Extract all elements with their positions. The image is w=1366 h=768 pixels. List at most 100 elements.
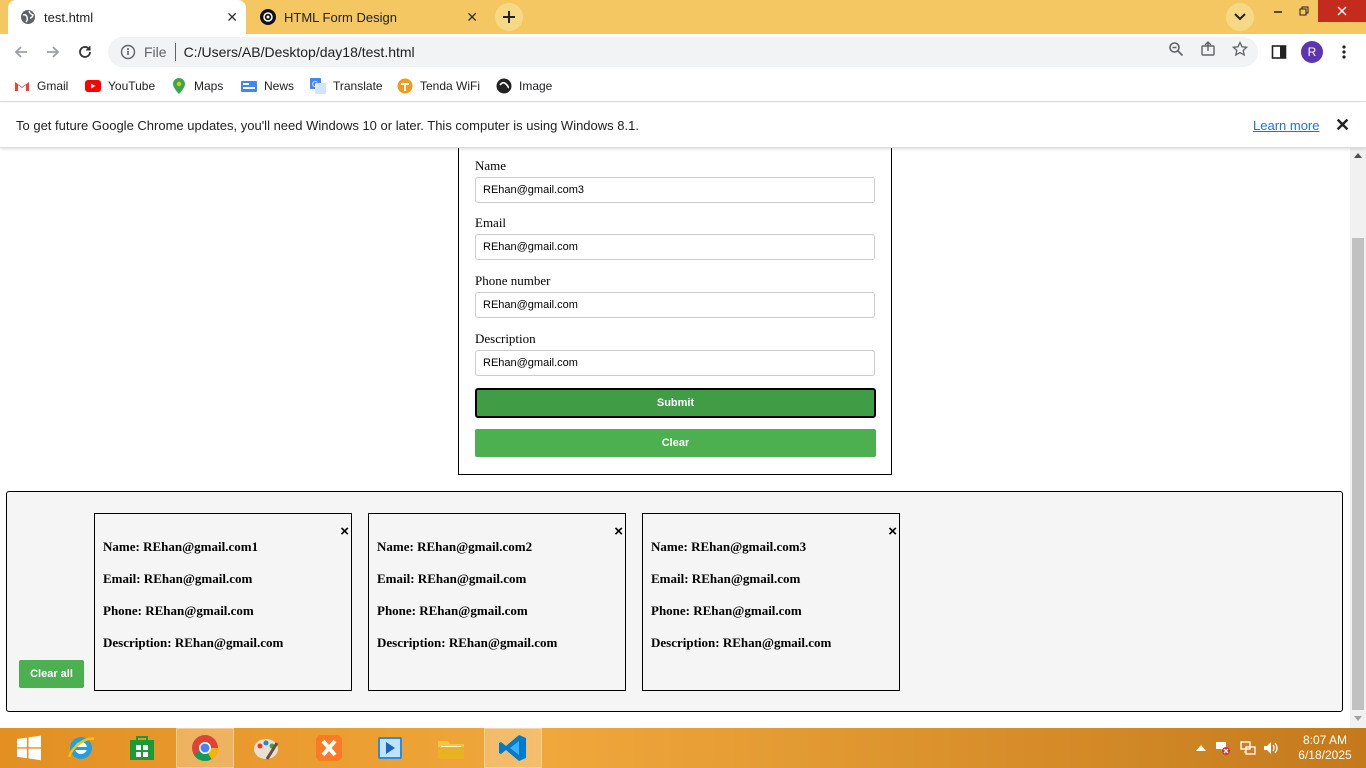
bookmark-label: Gmail xyxy=(37,79,69,93)
bookmark-tenda-wifi[interactable]: Tenda WiFi xyxy=(397,76,480,96)
contact-form: Name Email Phone number Description Subm… xyxy=(458,148,892,475)
tab-search-button[interactable] xyxy=(1226,3,1254,31)
url-text[interactable]: C:/Users/AB/Desktop/day18/test.html xyxy=(184,44,415,60)
submit-button[interactable]: Submit xyxy=(475,388,876,418)
minimize-icon xyxy=(1274,11,1282,13)
media-player-icon xyxy=(378,737,402,759)
page-viewport: Name Email Phone number Description Subm… xyxy=(0,148,1350,728)
window-close-button[interactable] xyxy=(1318,0,1366,22)
maps-icon xyxy=(171,78,187,94)
start-button[interactable] xyxy=(0,728,58,768)
xampp-app[interactable] xyxy=(300,728,358,768)
tab-html-form-design[interactable]: HTML Form Design ✕ xyxy=(248,0,486,34)
paint-app[interactable] xyxy=(237,728,295,768)
close-tab-icon[interactable]: ✕ xyxy=(466,9,478,25)
bookmark-image[interactable]: Image xyxy=(496,76,552,96)
url-scheme: File xyxy=(144,44,167,60)
minimize-button[interactable] xyxy=(1264,0,1292,22)
bookmark-gmail[interactable]: Gmail xyxy=(14,76,68,96)
bookmark-label: Maps xyxy=(194,79,224,93)
action-center-icon[interactable] xyxy=(1215,740,1231,756)
close-tab-icon[interactable]: ✕ xyxy=(226,9,238,25)
phone-input[interactable] xyxy=(475,292,875,318)
new-tab-button[interactable] xyxy=(495,3,523,31)
bookmark-star-icon[interactable] xyxy=(1232,41,1248,57)
delete-entry-icon[interactable]: × xyxy=(888,523,897,540)
system-clock[interactable]: 8:07 AM 6/18/2025 xyxy=(1290,733,1360,763)
description-label: Description xyxy=(475,331,536,346)
name-label: Name xyxy=(475,158,507,173)
bookmark-maps[interactable]: Maps xyxy=(171,76,223,96)
network-icon[interactable] xyxy=(1240,740,1256,756)
entry-email: Email: REhan@gmail.com xyxy=(377,571,527,586)
reload-button[interactable] xyxy=(71,38,99,66)
phone-label: Phone number xyxy=(475,273,551,288)
svg-text:G: G xyxy=(312,80,318,89)
delete-entry-icon[interactable]: × xyxy=(614,523,623,540)
bookmark-label: Tenda WiFi xyxy=(420,79,481,93)
volume-icon[interactable] xyxy=(1263,740,1279,756)
internet-explorer-app[interactable] xyxy=(52,728,110,768)
bookmark-youtube[interactable]: YouTube xyxy=(85,76,155,96)
info-icon[interactable] xyxy=(120,44,136,60)
tab-title: test.html xyxy=(44,9,94,25)
chrome-app[interactable] xyxy=(176,728,234,768)
zoom-icon[interactable] xyxy=(1168,41,1184,57)
update-infobar: To get future Google Chrome updates, you… xyxy=(0,103,1366,148)
delete-entry-icon[interactable]: × xyxy=(340,523,349,540)
show-hidden-icons-icon[interactable] xyxy=(1193,740,1209,756)
entry-email: Email: REhan@gmail.com xyxy=(103,571,253,586)
share-icon[interactable] xyxy=(1200,41,1216,57)
entry-card: × Name: REhan@gmail.com1 Email: REhan@gm… xyxy=(94,513,352,691)
clear-all-button[interactable]: Clear all xyxy=(19,660,84,688)
store-app[interactable] xyxy=(113,728,171,768)
email-label: Email xyxy=(475,215,507,230)
scroll-up-icon xyxy=(1354,153,1362,158)
chevron-down-icon xyxy=(1234,13,1246,21)
scrollbar-thumb[interactable] xyxy=(1352,238,1364,710)
close-icon xyxy=(1337,6,1347,16)
kebab-menu-icon[interactable] xyxy=(1336,44,1352,60)
bookmarks-bar: Gmail YouTube Maps News G Translate Tend… xyxy=(0,70,1366,102)
email-input[interactable] xyxy=(475,234,875,260)
entry-phone: Phone: REhan@gmail.com xyxy=(103,603,254,618)
forward-button[interactable] xyxy=(39,38,67,66)
entry-name: Name: REhan@gmail.com1 xyxy=(103,539,259,554)
vscode-app[interactable] xyxy=(484,728,542,768)
infobar-message: To get future Google Chrome updates, you… xyxy=(16,118,639,133)
forward-arrow-icon xyxy=(47,46,60,58)
url-separator xyxy=(174,43,176,61)
scroll-down-icon xyxy=(1354,716,1362,721)
file-explorer-icon xyxy=(438,741,464,759)
address-bar[interactable]: File C:/Users/AB/Desktop/day18/test.html xyxy=(108,37,1258,67)
restore-button[interactable] xyxy=(1290,0,1318,22)
tab-test-html[interactable]: test.html ✕ xyxy=(8,0,246,34)
bookmark-label: Image xyxy=(519,79,553,93)
reload-icon xyxy=(79,46,91,58)
back-arrow-icon xyxy=(14,46,27,58)
clear-button[interactable]: Clear xyxy=(475,429,876,457)
start-icon xyxy=(17,735,41,761)
entry-name: Name: REhan@gmail.com2 xyxy=(377,539,533,554)
name-input[interactable] xyxy=(475,177,875,203)
clock-date: 6/18/2025 xyxy=(1298,748,1352,762)
profile-avatar[interactable]: R xyxy=(1301,41,1323,63)
infobar-close-icon[interactable]: ✕ xyxy=(1335,115,1350,136)
entry-phone: Phone: REhan@gmail.com xyxy=(377,603,528,618)
learn-more-link[interactable]: Learn more xyxy=(1253,118,1319,133)
page-scrollbar[interactable] xyxy=(1350,148,1366,728)
media-player-app[interactable] xyxy=(361,728,419,768)
browser-toolbar: File C:/Users/AB/Desktop/day18/test.html… xyxy=(0,34,1366,70)
entry-card: × Name: REhan@gmail.com2 Email: REhan@gm… xyxy=(368,513,626,691)
description-input[interactable] xyxy=(475,350,875,376)
bookmark-label: YouTube xyxy=(108,79,156,93)
image-icon xyxy=(496,78,512,94)
tab-title: HTML Form Design xyxy=(284,9,397,25)
side-panel-icon[interactable] xyxy=(1271,44,1287,60)
clock-time: 8:07 AM xyxy=(1302,733,1348,747)
bookmark-translate[interactable]: G Translate xyxy=(310,76,383,96)
file-explorer-app[interactable] xyxy=(422,728,480,768)
bookmark-news[interactable]: News xyxy=(241,76,294,96)
globe-icon xyxy=(20,9,36,25)
back-button[interactable] xyxy=(7,38,35,66)
